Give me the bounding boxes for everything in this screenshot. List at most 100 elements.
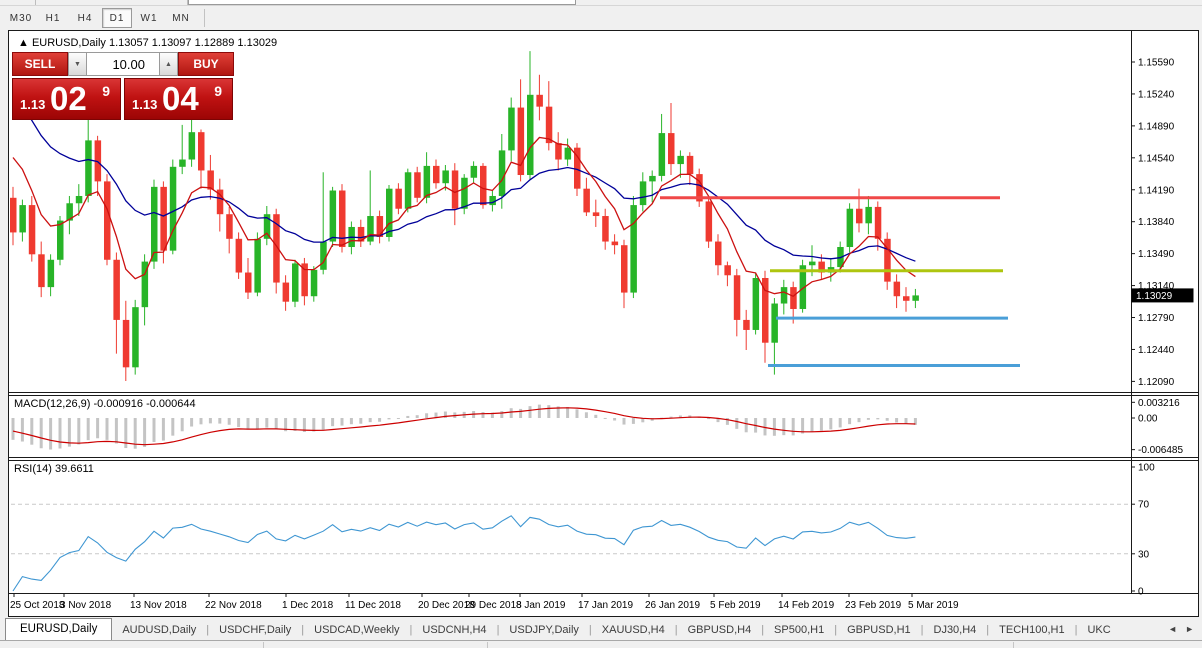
candle-body xyxy=(207,170,214,190)
sell-button[interactable]: SELL xyxy=(12,52,68,76)
macd-bar xyxy=(519,408,523,418)
macd-bar xyxy=(848,418,852,425)
candle-body xyxy=(752,278,760,330)
candle-body xyxy=(630,205,637,293)
toolbar-separator xyxy=(204,9,205,27)
timeframe-button-h4[interactable]: H4 xyxy=(70,8,100,28)
symbol-tab-bar: EURUSD,Daily AUDUSD,Daily | USDCHF,Daily | US… xyxy=(0,618,1202,640)
price-axis-label: 1.14540 xyxy=(1138,153,1175,164)
macd-bar xyxy=(312,418,316,432)
candle-body xyxy=(10,197,17,233)
macd-bar xyxy=(819,418,823,431)
rsi-indicator-label: RSI(14) 39.6611 xyxy=(14,463,94,475)
tab-gbpusd-h1[interactable]: GBPUSD,H1 xyxy=(837,621,921,640)
macd-bar xyxy=(406,415,410,418)
macd-bar xyxy=(331,418,335,427)
candle-body xyxy=(85,140,92,196)
candle-body xyxy=(621,245,628,293)
candle-body xyxy=(489,195,496,206)
candle-body xyxy=(179,159,186,167)
date-axis-label: 17 Jan 2019 xyxy=(578,600,633,611)
buy-price-pipette: 9 xyxy=(214,83,222,99)
tab-xauusd-h4[interactable]: XAUUSD,H4 xyxy=(592,621,675,640)
date-axis-label: 29 Dec 2018 xyxy=(465,600,522,611)
macd-bar xyxy=(782,418,786,436)
macd-bar xyxy=(218,418,222,424)
macd-bar xyxy=(114,418,118,444)
tab-usdcad-weekly[interactable]: USDCAD,Weekly xyxy=(304,621,409,640)
buy-price-display[interactable]: 1.13 04 9 xyxy=(124,78,233,120)
candle-body xyxy=(846,208,854,248)
tab-audusd-daily[interactable]: AUDUSD,Daily xyxy=(112,621,206,640)
timeframe-button-d1[interactable]: D1 xyxy=(102,8,132,28)
candle-body xyxy=(743,319,750,330)
candle-body xyxy=(771,303,778,343)
timeframe-button-m30[interactable]: M30 xyxy=(6,8,36,28)
macd-bar xyxy=(904,418,908,424)
macd-bar xyxy=(547,405,551,418)
macd-bar xyxy=(368,418,372,423)
tab-scroll-left-icon[interactable]: ◄ xyxy=(1168,624,1177,634)
macd-axis-label: -0.006485 xyxy=(1138,445,1183,456)
symbol-tabs: EURUSD,Daily AUDUSD,Daily | USDCHF,Daily | US… xyxy=(0,618,1160,640)
price-axis-label: 1.14890 xyxy=(1138,121,1175,132)
volume-input[interactable] xyxy=(87,52,159,76)
candle-body xyxy=(536,94,543,107)
price-axis-label: 1.14190 xyxy=(1138,185,1175,196)
macd-bar xyxy=(810,418,814,432)
macd-bar xyxy=(246,418,250,430)
toolbar-combobox-edge xyxy=(188,0,576,5)
macd-bar xyxy=(39,418,43,449)
macd-bar xyxy=(500,411,504,418)
timeframe-button-w1[interactable]: W1 xyxy=(134,8,164,28)
volume-spin-down-button[interactable]: ▼ xyxy=(68,52,87,76)
candle-body xyxy=(57,220,64,260)
macd-bar xyxy=(77,418,81,445)
candle-body xyxy=(38,254,45,288)
tab-usdchf-daily[interactable]: USDCHF,Daily xyxy=(209,621,301,640)
macd-bar xyxy=(885,418,889,421)
tab-scroll-right-icon[interactable]: ► xyxy=(1185,624,1194,634)
candle-body xyxy=(367,216,374,242)
candle-body xyxy=(508,107,515,151)
tab-usdjpy-daily[interactable]: USDJPY,Daily xyxy=(499,621,589,640)
macd-bar xyxy=(631,418,635,424)
macd-bar xyxy=(509,408,513,418)
macd-bar xyxy=(171,418,175,436)
date-axis-label: 5 Mar 2019 xyxy=(908,600,959,611)
candle-body xyxy=(545,106,553,144)
price-axis-label: 1.15590 xyxy=(1138,58,1175,69)
candle-body xyxy=(442,170,449,184)
tab-ukc[interactable]: UKC xyxy=(1077,621,1120,640)
candle-body xyxy=(893,281,901,297)
tab-usdcnh-h4[interactable]: USDCNH,H4 xyxy=(412,621,496,640)
candle-body xyxy=(198,132,205,171)
timeframe-button-h1[interactable]: H1 xyxy=(38,8,68,28)
date-axis-label: 13 Nov 2018 xyxy=(130,600,187,611)
sell-price-prefix: 1.13 xyxy=(20,97,46,112)
buy-button[interactable]: BUY xyxy=(178,52,234,76)
candle-body xyxy=(649,175,656,182)
candle-body xyxy=(724,265,731,276)
tab-eurusd-daily[interactable]: EURUSD,Daily xyxy=(5,618,113,640)
macd-bar xyxy=(293,418,297,431)
volume-spin-up-button[interactable]: ▲ xyxy=(159,52,178,76)
tab-gbpusd-h4[interactable]: GBPUSD,H4 xyxy=(678,621,762,640)
candle-body xyxy=(809,261,816,266)
chart-window[interactable]: 1.15590 1.15240 1.14890 1.14540 1.14190 1.138… xyxy=(8,30,1199,617)
sell-price-display[interactable]: 1.13 02 9 xyxy=(12,78,121,120)
candle-body xyxy=(705,201,713,242)
price-axis-label: 1.12790 xyxy=(1138,313,1175,324)
candle-body xyxy=(903,296,910,301)
tab-tech100-h1[interactable]: TECH100,H1 xyxy=(989,621,1074,640)
macd-bar xyxy=(425,413,429,418)
macd-bar xyxy=(161,418,165,441)
tab-sp500-h1[interactable]: SP500,H1 xyxy=(764,621,834,640)
tab-dj30-h4[interactable]: DJ30,H4 xyxy=(924,621,987,640)
candle-body xyxy=(376,216,384,237)
candle-body xyxy=(113,259,120,320)
candle-body xyxy=(169,166,177,251)
timeframe-button-mn[interactable]: MN xyxy=(166,8,196,28)
status-separator xyxy=(263,642,264,648)
candle-body xyxy=(188,132,196,160)
